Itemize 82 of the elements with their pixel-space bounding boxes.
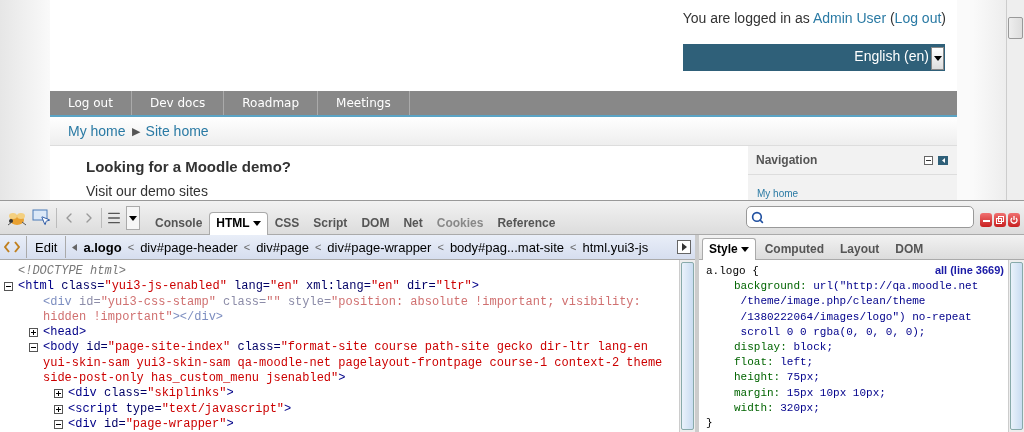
panel-tab[interactable]: Console [148, 212, 210, 235]
path-crumb[interactable]: html.yui3-js [582, 239, 649, 255]
html-source-line: <html class="yui3-js-enabled" lang="en" xml:lang="en" dir="ltr"> [18, 279, 480, 295]
html-source-line: <div id="page-wrapper"> [68, 416, 235, 432]
css-property: width: 320px; [733, 400, 821, 416]
html-source-line: <!DOCTYPE html> [18, 264, 128, 280]
expand-icon[interactable] [54, 404, 63, 414]
side-tab[interactable]: DOM [888, 238, 931, 260]
css-property: float: left; [733, 355, 815, 371]
menu-item[interactable]: Roadmap [224, 91, 319, 115]
menu-item[interactable]: Log out [50, 91, 132, 115]
language-select[interactable]: English (en) [683, 44, 945, 71]
panel-tab[interactable]: Reference [490, 212, 563, 235]
panel-tab[interactable]: Script [306, 212, 355, 235]
login-text: You are logged in as [682, 10, 811, 26]
power-button[interactable] [1008, 213, 1020, 227]
dropdown-button[interactable] [126, 206, 140, 230]
block-controls-icon[interactable] [924, 155, 949, 165]
side-tab[interactable]: Style [702, 238, 756, 260]
side-tab[interactable]: Computed [757, 238, 831, 260]
html-source-line: <body id="page-site-index" class="format-site course path-site gecko dir-ltr lang-en yui-skin-sam yui3-skin-sam qa-moodle-net pagelayout-frontpage course-1 context-2 theme side-post-only has_custom_menu jsenabled"> [43, 340, 664, 387]
css-property: margin: 15px 10px 10px; [733, 385, 887, 401]
source-link[interactable]: all (line 3669) [934, 264, 1004, 280]
collapse-icon[interactable] [4, 282, 13, 292]
detach-icon [996, 216, 1004, 224]
panel-tab[interactable]: HTML [209, 212, 268, 235]
path-crumb[interactable]: a.logo [83, 239, 122, 255]
panel-tab[interactable]: CSS [267, 212, 307, 235]
menu-item[interactable]: Dev docs [131, 91, 225, 115]
css-property: background: url("http://qa.moodle.net /theme/image.php/clean/theme /1380222064/images/logo") no-repeat scroll 0 0 rgba(0, 0, 0, 0); [733, 279, 980, 340]
html-source-line: <div class="skiplinks"> [68, 386, 235, 402]
path-separator: < [314, 241, 322, 253]
breadcrumb-link[interactable]: Site home [145, 123, 209, 139]
navigation-link[interactable]: My home [757, 188, 957, 199]
css-property: height: 75px; [733, 370, 821, 386]
menu-item[interactable]: Meetings [318, 91, 410, 115]
path-crumb[interactable]: div#page-header [140, 239, 238, 255]
power-icon [1010, 216, 1018, 224]
path-separator: < [570, 241, 577, 253]
section-heading: Looking for a Moodle demo? [86, 158, 291, 175]
html-source-line: <div id="yui3-css-stamp" class="" style="position: absolute !important; visibility: hidden !important"></div> [43, 294, 642, 326]
scrollbar[interactable] [679, 260, 695, 432]
search-field[interactable] [746, 206, 974, 228]
page-scrollbar[interactable] [1006, 0, 1024, 200]
html-source-line: <head> [43, 325, 88, 341]
collapse-icon[interactable] [29, 343, 38, 353]
caret-icon [933, 56, 942, 61]
path-separator: < [437, 241, 444, 253]
css-property: display: block; [733, 340, 835, 355]
edit-button[interactable]: Edit [26, 236, 67, 258]
expand-icon[interactable] [29, 328, 38, 338]
side-tab[interactable]: Layout [833, 238, 887, 260]
path-crumb[interactable]: body#pag...mat-site [449, 239, 565, 255]
expand-icon[interactable] [54, 389, 63, 399]
caret-icon [129, 215, 137, 221]
scroll-right-icon[interactable] [677, 240, 691, 254]
panel-tab[interactable]: Net [396, 212, 430, 235]
scrollbar[interactable] [1008, 260, 1024, 432]
paren-text: ( [888, 10, 895, 26]
css-selector: a.logo { [706, 264, 759, 279]
logout-link[interactable]: Log out [894, 10, 942, 26]
detach-button[interactable] [994, 213, 1006, 227]
list-icon[interactable] [106, 210, 122, 226]
layout-icon[interactable] [4, 240, 20, 254]
path-crumb[interactable]: div#page-wrapper [327, 239, 432, 255]
breadcrumb-link[interactable]: My home [68, 123, 126, 139]
path-separator: < [243, 241, 251, 253]
paren-text: ) [941, 10, 946, 26]
user-link[interactable]: Admin User [812, 10, 887, 26]
minimize-button[interactable] [980, 213, 992, 227]
html-source-line: <script type="text/javascript"> [68, 401, 293, 417]
inspect-icon[interactable] [32, 209, 52, 227]
css-brace: } [706, 417, 713, 430]
breadcrumb-separator: ▶ [131, 124, 140, 138]
collapse-icon[interactable] [54, 419, 63, 429]
search-icon [751, 210, 764, 224]
scroll-left-icon[interactable] [72, 243, 78, 251]
path-separator: < [127, 241, 135, 253]
block-title: Navigation [756, 153, 818, 167]
path-crumb[interactable]: div#page [256, 239, 309, 255]
panel-tab[interactable]: DOM [354, 212, 397, 235]
intro-text: Visit our demo sites [86, 183, 209, 199]
